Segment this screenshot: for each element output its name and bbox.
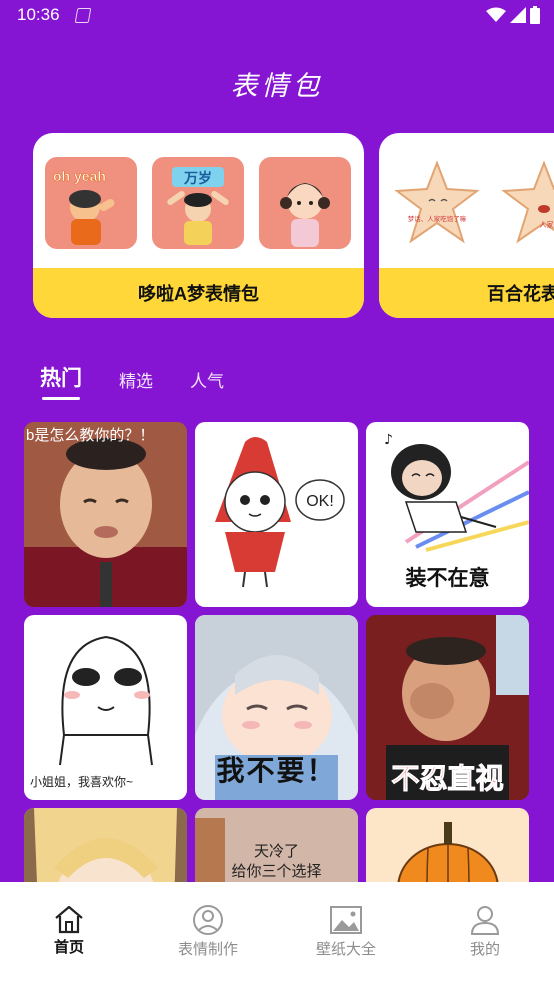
nav-wallpapers[interactable]: 壁纸大全 xyxy=(286,904,406,959)
banner-label: 百合花表 xyxy=(379,268,554,318)
nav-label: 壁纸大全 xyxy=(315,941,376,958)
status-icons xyxy=(486,6,540,24)
sticker-caption: 装不在意 xyxy=(405,567,490,590)
tab-popular[interactable]: 人气 xyxy=(190,367,224,400)
sticker-caption: 小姐姐，我喜欢你~ xyxy=(30,775,134,789)
signal-icon xyxy=(510,7,526,23)
banner-label: 哆啦A梦表情包 xyxy=(33,268,364,318)
sticker-item[interactable]: 我不要！ xyxy=(195,615,358,800)
sticker-text: oh yeah xyxy=(53,168,106,184)
sim-card-icon xyxy=(74,8,92,23)
sticker-text: OK! xyxy=(306,493,334,510)
sticker-text: 梦话、人家吃饱了嘛 xyxy=(408,214,467,223)
sticker-grid: b是怎么教你的？！ OK! ♪ 装不在意 小姐姐，我喜欢你~ 我不要！ 不忍直视… xyxy=(24,422,530,882)
nav-label: 我的 xyxy=(469,941,500,958)
sticker-item[interactable] xyxy=(24,808,187,882)
sticker-item[interactable] xyxy=(366,808,529,882)
sticker-caption: 不忍直视 xyxy=(391,763,504,795)
sticker-item[interactable]: b是怎么教你的？！ xyxy=(24,422,187,607)
sticker-caption: 我不要！ xyxy=(216,755,337,786)
sticker-caption: b是怎么教你的？！ xyxy=(26,427,155,444)
tab-featured[interactable]: 精选 xyxy=(119,367,153,400)
sticker-item[interactable]: OK! xyxy=(195,422,358,607)
home-icon xyxy=(55,905,83,934)
nav-label: 首页 xyxy=(53,939,84,956)
category-tabs: 热门 精选 人气 xyxy=(40,362,261,400)
sticker-item[interactable]: 不忍直视 xyxy=(366,615,529,800)
battery-icon xyxy=(530,6,540,24)
nav-profile[interactable]: 我的 xyxy=(425,904,545,959)
banner-card-lily[interactable]: 梦话、人家吃饱了嘛 人家好 百合花表 xyxy=(379,133,554,318)
sticker-thumb: oh yeah xyxy=(45,157,137,249)
sticker-item[interactable]: 天冷了 给你三个选择 xyxy=(195,808,358,882)
sticker-item[interactable]: ♪ 装不在意 xyxy=(366,422,529,607)
user-icon xyxy=(470,906,500,935)
sticker-thumb: 万岁 xyxy=(152,157,244,249)
sticker-thumb: 梦话、人家吃饱了嘛 xyxy=(391,157,483,249)
bottom-nav: 首页 表情制作 壁纸大全 我的 xyxy=(0,882,554,984)
image-icon xyxy=(330,906,362,934)
sticker-thumb xyxy=(259,157,351,249)
svg-text:♪: ♪ xyxy=(384,432,393,448)
status-time: 10:36 xyxy=(17,5,60,24)
nav-sticker-maker[interactable]: 表情制作 xyxy=(148,904,268,959)
sticker-thumb: 人家好 xyxy=(498,157,554,249)
sticker-caption: 天冷了 给你三个选择 xyxy=(231,843,322,880)
smiley-icon xyxy=(193,905,223,935)
nav-home[interactable]: 首页 xyxy=(9,904,129,957)
tab-hot[interactable]: 热门 xyxy=(40,362,82,400)
banner-card-doraemon[interactable]: oh yeah 万岁 哆啦A梦表情包 xyxy=(33,133,364,318)
sticker-text: 万岁 xyxy=(183,170,212,187)
sticker-item[interactable]: 小姐姐，我喜欢你~ xyxy=(24,615,187,800)
nav-label: 表情制作 xyxy=(177,941,238,958)
status-bar: 10:36 xyxy=(0,0,554,32)
wifi-icon xyxy=(486,7,506,22)
sticker-text: 人家好 xyxy=(540,220,554,229)
app-title: 表情包 xyxy=(230,71,324,102)
